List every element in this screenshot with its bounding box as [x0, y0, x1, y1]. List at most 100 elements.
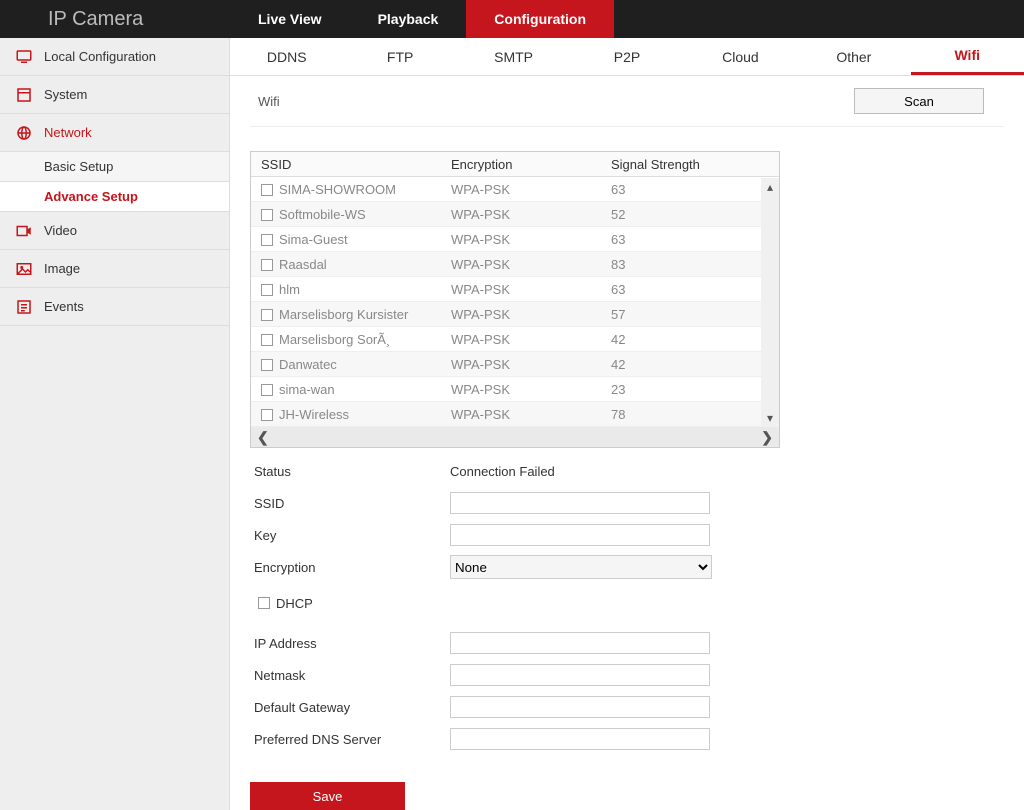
tab-ddns[interactable]: DDNS	[230, 38, 343, 75]
row-checkbox[interactable]	[261, 409, 273, 421]
horizontal-scrollbar[interactable]: ❮ ❯	[251, 427, 779, 447]
row-signal: 63	[611, 182, 751, 197]
row-ssid: Softmobile-WS	[279, 207, 366, 222]
dns-input[interactable]	[450, 728, 710, 750]
sidebar-item-label: System	[44, 87, 87, 102]
tab-smtp[interactable]: SMTP	[457, 38, 570, 75]
tab-other[interactable]: Other	[797, 38, 910, 75]
table-row[interactable]: SIMA-SHOWROOMWPA-PSK63	[251, 177, 779, 202]
row-signal: 23	[611, 382, 751, 397]
row-signal: 78	[611, 407, 751, 422]
nav-live-view[interactable]: Live View	[230, 0, 350, 38]
sidebar-video[interactable]: Video	[0, 212, 229, 250]
row-signal: 63	[611, 282, 751, 297]
netmask-label: Netmask	[250, 668, 450, 683]
table-row[interactable]: DanwatecWPA-PSK42	[251, 352, 779, 377]
monitor-icon	[14, 47, 34, 67]
row-checkbox[interactable]	[261, 184, 273, 196]
row-ssid: Sima-Guest	[279, 232, 348, 247]
row-encryption: WPA-PSK	[451, 232, 611, 247]
ip-input[interactable]	[450, 632, 710, 654]
tab-ftp[interactable]: FTP	[343, 38, 456, 75]
ssid-label: SSID	[250, 496, 450, 511]
encryption-select[interactable]: None	[450, 555, 712, 579]
table-row[interactable]: RaasdalWPA-PSK83	[251, 252, 779, 277]
globe-icon	[14, 123, 34, 143]
col-ssid: SSID	[251, 157, 451, 172]
row-ssid: SIMA-SHOWROOM	[279, 182, 396, 197]
row-checkbox[interactable]	[261, 284, 273, 296]
image-icon	[14, 259, 34, 279]
scroll-down-icon[interactable]: ▾	[767, 409, 773, 427]
dns-label: Preferred DNS Server	[250, 732, 450, 747]
wifi-header: Wifi Scan	[250, 76, 1004, 127]
row-checkbox[interactable]	[261, 359, 273, 371]
sidebar-advance-setup[interactable]: Advance Setup	[0, 182, 229, 212]
row-signal: 42	[611, 357, 751, 372]
sidebar-basic-setup[interactable]: Basic Setup	[0, 152, 229, 182]
video-icon	[14, 221, 34, 241]
sidebar-events[interactable]: Events	[0, 288, 229, 326]
gateway-label: Default Gateway	[250, 700, 450, 715]
table-row[interactable]: Marselisborg SorÃ¸WPA-PSK42	[251, 327, 779, 352]
row-signal: 57	[611, 307, 751, 322]
netmask-input[interactable]	[450, 664, 710, 686]
row-ssid: Raasdal	[279, 257, 327, 272]
key-input[interactable]	[450, 524, 710, 546]
sidebar-system[interactable]: System	[0, 76, 229, 114]
sidebar-item-label: Video	[44, 223, 77, 238]
topbar: IP Camera Live View Playback Configurati…	[0, 0, 1024, 38]
tab-p2p[interactable]: P2P	[570, 38, 683, 75]
row-encryption: WPA-PSK	[451, 282, 611, 297]
row-signal: 52	[611, 207, 751, 222]
row-encryption: WPA-PSK	[451, 307, 611, 322]
save-button[interactable]: Save	[250, 782, 405, 810]
nav-playback[interactable]: Playback	[350, 0, 467, 38]
status-label: Status	[250, 464, 450, 479]
table-row[interactable]: sima-wan WPA-PSK23	[251, 377, 779, 402]
table-row[interactable]: JH-Wireless WPA-PSK78	[251, 402, 779, 427]
nav-configuration[interactable]: Configuration	[466, 0, 614, 38]
row-encryption: WPA-PSK	[451, 407, 611, 422]
vertical-scrollbar[interactable]: ▴ ▾	[761, 178, 779, 427]
row-checkbox[interactable]	[261, 334, 273, 346]
scroll-right-icon[interactable]: ❯	[761, 429, 773, 446]
row-checkbox[interactable]	[261, 259, 273, 271]
table-row[interactable]: Marselisborg KursisterWPA-PSK57	[251, 302, 779, 327]
gateway-input[interactable]	[450, 696, 710, 718]
table-row[interactable]: Sima-Guest WPA-PSK63	[251, 227, 779, 252]
scan-button[interactable]: Scan	[854, 88, 984, 114]
row-signal: 42	[611, 332, 751, 347]
events-icon	[14, 297, 34, 317]
sidebar-local-config[interactable]: Local Configuration	[0, 38, 229, 76]
row-checkbox[interactable]	[261, 234, 273, 246]
row-checkbox[interactable]	[261, 209, 273, 221]
scroll-left-icon[interactable]: ❮	[257, 429, 269, 446]
wifi-form: Status Connection Failed SSID Key Encryp…	[250, 456, 780, 810]
row-encryption: WPA-PSK	[451, 382, 611, 397]
table-row[interactable]: hlm WPA-PSK63	[251, 277, 779, 302]
ssid-input[interactable]	[450, 492, 710, 514]
row-signal: 63	[611, 232, 751, 247]
tab-wifi[interactable]: Wifi	[911, 38, 1024, 75]
row-checkbox[interactable]	[261, 309, 273, 321]
tab-cloud[interactable]: Cloud	[684, 38, 797, 75]
wifi-table: SSID Encryption Signal Strength SIMA-SHO…	[250, 151, 780, 448]
row-ssid: hlm	[279, 282, 300, 297]
col-signal: Signal Strength	[611, 157, 751, 172]
col-encryption: Encryption	[451, 157, 611, 172]
row-ssid: JH-Wireless	[279, 407, 349, 422]
encryption-label: Encryption	[250, 560, 450, 575]
row-encryption: WPA-PSK	[451, 257, 611, 272]
dhcp-checkbox[interactable]	[258, 597, 270, 609]
scroll-up-icon[interactable]: ▴	[767, 178, 773, 196]
table-header: SSID Encryption Signal Strength	[251, 152, 779, 177]
table-row[interactable]: Softmobile-WSWPA-PSK52	[251, 202, 779, 227]
subtabs: DDNS FTP SMTP P2P Cloud Other Wifi	[230, 38, 1024, 76]
sidebar-network[interactable]: Network	[0, 114, 229, 152]
ip-label: IP Address	[250, 636, 450, 651]
sidebar-item-label: Local Configuration	[44, 49, 156, 64]
sidebar-image[interactable]: Image	[0, 250, 229, 288]
row-ssid: sima-wan	[279, 382, 335, 397]
row-checkbox[interactable]	[261, 384, 273, 396]
